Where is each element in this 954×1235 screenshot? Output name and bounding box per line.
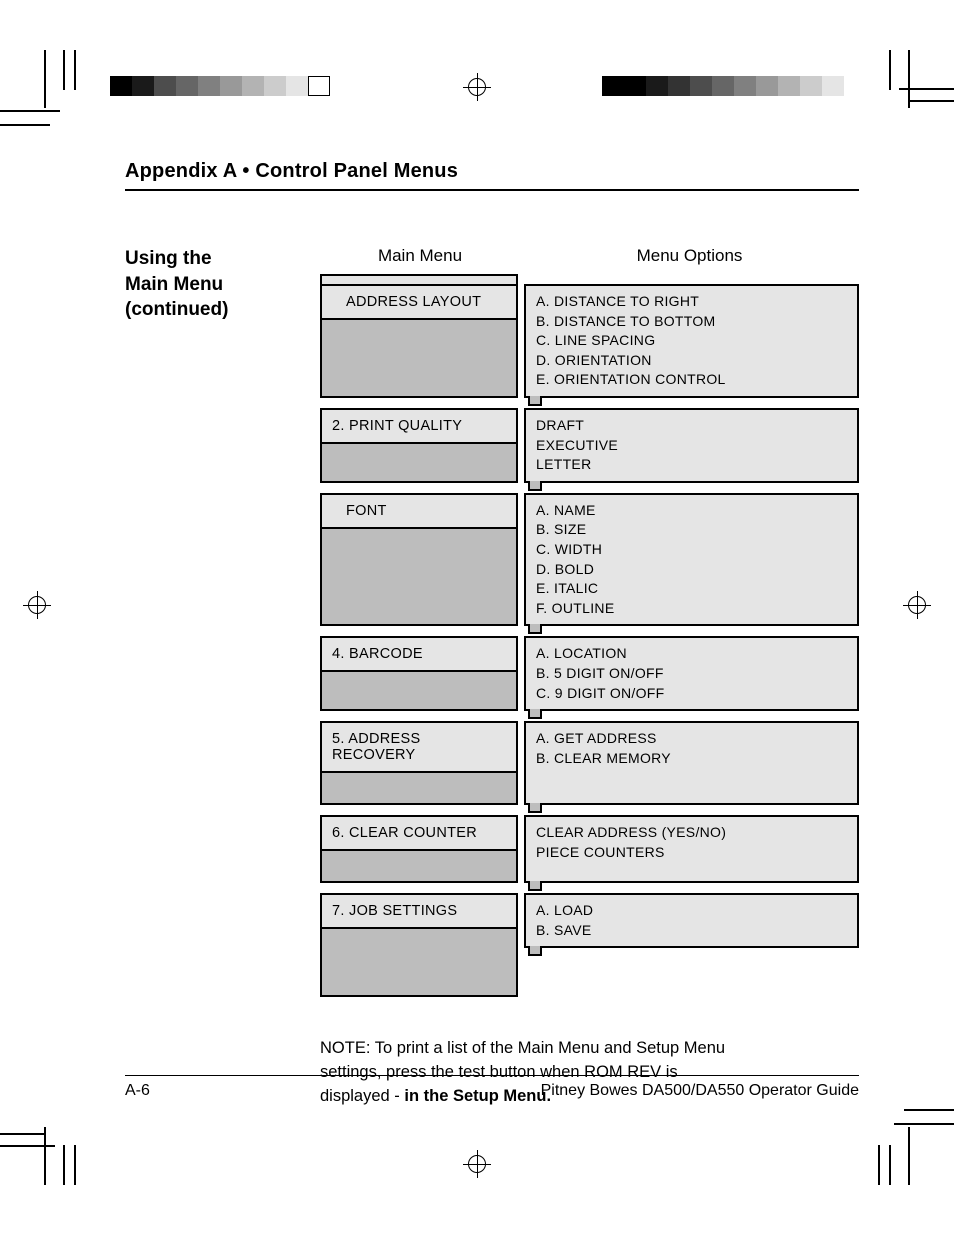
menu-options-box: DRAFT EXECUTIVE LETTER [524, 408, 859, 483]
menu-item-label: FONT [322, 495, 516, 529]
menu-row-address-recovery: 5. ADDRESS RECOVERY A. GET ADDRESS B. CL… [320, 721, 859, 805]
menu-option: B. SAVE [536, 921, 847, 941]
menu-shade [322, 929, 516, 995]
page-footer: A-6 Pitney Bowes DA500/DA550 Operator Gu… [125, 1075, 859, 1100]
menu-row-job-settings: 7. JOB SETTINGS A. LOAD B. SAVE [320, 893, 859, 997]
menu-option: C. LINE SPACING [536, 331, 847, 351]
menu-option: EXECUTIVE [536, 436, 847, 456]
menu-options-box: A. LOAD B. SAVE [524, 893, 859, 948]
menu-row-font: FONT A. NAME B. SIZE C. WIDTH D. BOLD E.… [320, 493, 859, 627]
menu-option: A. LOAD [536, 901, 847, 921]
menu-option: B. CLEAR MEMORY [536, 749, 847, 769]
menu-option: A. GET ADDRESS [536, 729, 847, 749]
page-number: A-6 [125, 1082, 150, 1100]
menu-option: CLEAR ADDRESS (YES/NO) [536, 823, 847, 843]
menu-row-barcode: 4. BARCODE A. LOCATION B. 5 DIGIT ON/OFF… [320, 636, 859, 711]
registration-mark-icon [908, 596, 926, 614]
menu-option: E. ORIENTATION CONTROL [536, 370, 847, 390]
color-bar-right [602, 76, 844, 96]
section-header: Appendix A • Control Panel Menus [125, 160, 859, 191]
menu-item-label: 4. BARCODE [322, 638, 516, 672]
menu-options-box: A. LOCATION B. 5 DIGIT ON/OFF C. 9 DIGIT… [524, 636, 859, 711]
connector-stub [528, 624, 542, 634]
menu-option: B. 5 DIGIT ON/OFF [536, 664, 847, 684]
menu-shade [322, 851, 516, 881]
menu-options-box: CLEAR ADDRESS (YES/NO) PIECE COUNTERS [524, 815, 859, 883]
color-bar-left [110, 76, 330, 96]
menu-shade [322, 320, 516, 396]
connector-stub [528, 881, 542, 891]
document-title: Pitney Bowes DA500/DA550 Operator Guide [541, 1082, 859, 1100]
menu-row-clear-counter: 6. CLEAR COUNTER CLEAR ADDRESS (YES/NO) … [320, 815, 859, 883]
menu-option: B. DISTANCE TO BOTTOM [536, 312, 847, 332]
menu-shade [322, 444, 516, 481]
menu-option: A. DISTANCE TO RIGHT [536, 292, 847, 312]
side-title-line: Main Menu [125, 272, 300, 298]
side-title: Using the Main Menu (continued) [125, 246, 300, 1109]
menu-shade [322, 529, 516, 625]
connector-stub [528, 481, 542, 491]
registration-mark-icon [468, 78, 486, 96]
connector-stub [528, 396, 542, 406]
column-header-options: Menu Options [520, 246, 859, 266]
menu-shade [322, 672, 516, 709]
menu-row-print-quality: 2. PRINT QUALITY DRAFT EXECUTIVE LETTER [320, 408, 859, 483]
menu-option: LETTER [536, 455, 847, 475]
menu-item-label: 6. CLEAR COUNTER [322, 817, 516, 851]
menu-option: PIECE COUNTERS [536, 843, 847, 863]
menu-item-label: 7. JOB SETTINGS [322, 895, 516, 929]
registration-mark-icon [28, 596, 46, 614]
menu-item-label: ADDRESS LAYOUT [322, 286, 516, 320]
menu-option: A. LOCATION [536, 644, 847, 664]
menu-option: D. BOLD [536, 560, 847, 580]
menu-option: D. ORIENTATION [536, 351, 847, 371]
menu-option: A. NAME [536, 501, 847, 521]
menu-option: C. 9 DIGIT ON/OFF [536, 684, 847, 704]
connector-stub [528, 803, 542, 813]
side-title-line: Using the [125, 246, 300, 272]
menu-option: B. SIZE [536, 520, 847, 540]
menu-option: E. ITALIC [536, 579, 847, 599]
menu-options-box: A. NAME B. SIZE C. WIDTH D. BOLD E. ITAL… [524, 493, 859, 627]
menu-options-box: A. GET ADDRESS B. CLEAR MEMORY [524, 721, 859, 805]
connector-stub [528, 946, 542, 956]
menu-item-label: 2. PRINT QUALITY [322, 410, 516, 444]
side-title-line: (continued) [125, 297, 300, 323]
menu-option: C. WIDTH [536, 540, 847, 560]
connector-stub [528, 709, 542, 719]
menu-option: DRAFT [536, 416, 847, 436]
menu-options-box: A. DISTANCE TO RIGHT B. DISTANCE TO BOTT… [524, 284, 859, 398]
menu-item-label: 5. ADDRESS RECOVERY [322, 723, 516, 773]
menu-option: F. OUTLINE [536, 599, 847, 619]
column-header-main: Main Menu [320, 246, 520, 266]
menu-shade [322, 773, 516, 803]
registration-mark-icon [468, 1155, 486, 1173]
menu-row-address-layout: ADDRESS LAYOUT A. DISTANCE TO RIGHT B. D… [320, 284, 859, 398]
